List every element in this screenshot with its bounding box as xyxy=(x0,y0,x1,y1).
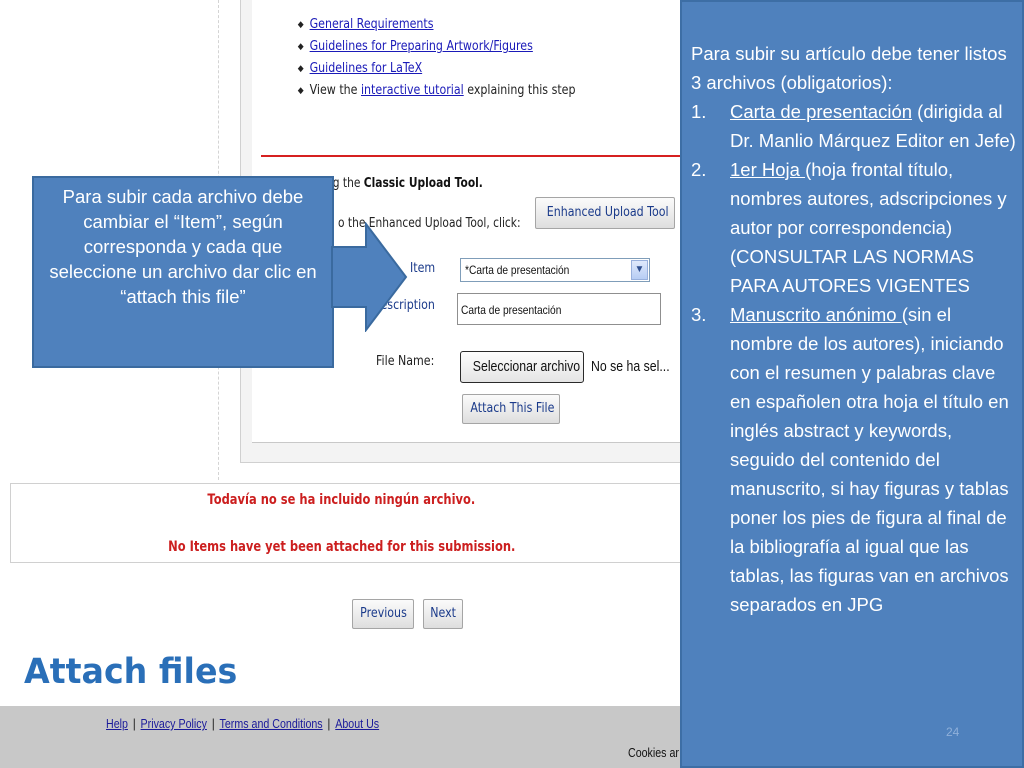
about-us-link[interactable]: About Us xyxy=(335,716,379,731)
previous-label: Previous xyxy=(359,606,407,621)
right-arrow-icon xyxy=(331,222,408,332)
next-label: Next xyxy=(430,606,456,621)
red-divider xyxy=(261,155,685,157)
file-status-text: No se ha sel... xyxy=(591,358,670,375)
guidelines-list: ◆ General Requirements ◆ Guidelines for Pr… xyxy=(296,14,576,102)
no-files-message-en: No Items have yet been attached for this… xyxy=(10,539,673,555)
item-instructions-callout: Para subir cada archivo debe cambiar el … xyxy=(32,176,334,368)
page-title: Attach files xyxy=(24,652,238,692)
enhanced-upload-tool-button[interactable]: Enhanced Upload Tool xyxy=(535,197,675,229)
next-button[interactable]: Next xyxy=(423,599,463,629)
footer-separator: | xyxy=(327,716,331,731)
previous-button[interactable]: Previous xyxy=(352,599,414,629)
attach-this-file-label: Attach This File xyxy=(470,401,555,416)
requirement-title: 1er Hoja xyxy=(730,159,806,180)
classic-tool-name: Classic Upload Tool. xyxy=(363,176,483,191)
slide-number: 24 xyxy=(946,725,960,739)
footer-separator: | xyxy=(211,716,215,731)
requirement-item: 3. Manuscrito anónimo (sin el nombre de l… xyxy=(691,300,1016,619)
bullet-icon: ◆ xyxy=(297,42,304,52)
general-requirements-link[interactable]: General Requirements xyxy=(310,17,434,32)
no-files-text-en: No Items have yet been attached for this… xyxy=(167,539,516,555)
requirement-number: 2. xyxy=(691,159,707,180)
requirement-text: (sin el nombre de los autores), iniciand… xyxy=(730,304,1009,615)
help-link[interactable]: Help xyxy=(106,716,128,731)
artwork-guidelines-link[interactable]: Guidelines for Preparing Artwork/Figures xyxy=(310,39,533,54)
requirement-item: 2. 1er Hoja (hoja frontal título, nombres… xyxy=(691,155,1016,300)
latex-guidelines-link[interactable]: Guidelines for LaTeX xyxy=(310,61,423,76)
bullet-icon: ◆ xyxy=(297,20,304,30)
requirements-list: 1. Carta de presentación (dirigida al Dr.… xyxy=(691,97,1016,619)
no-files-message-es: Todavía no se ha incluido ningún archivo… xyxy=(10,492,673,508)
requirement-title: Manuscrito anónimo xyxy=(730,304,902,325)
privacy-policy-link[interactable]: Privacy Policy xyxy=(141,716,207,731)
requirements-intro: Para subir su artículo debe tener listos… xyxy=(691,43,1007,93)
requirement-number: 1. xyxy=(691,101,707,122)
file-name-label: File Name: xyxy=(376,354,435,369)
item-select-value: *Carta de presentación xyxy=(465,263,570,277)
guideline-item: ◆ General Requirements xyxy=(296,14,575,36)
guideline-item: ◆ Guidelines for Preparing Artwork/Figure… xyxy=(296,36,575,58)
requirements-panel: Para subir su artículo debe tener listos… xyxy=(680,0,1024,768)
item-label: Item xyxy=(410,261,436,276)
description-input-value: Carta de presentación xyxy=(461,303,562,317)
footer-links: Help | Privacy Policy | Terms and Conditions… xyxy=(106,716,379,731)
classic-tool-text: ng the Classic Upload Tool. xyxy=(326,176,483,191)
attach-this-file-button[interactable]: Attach This File xyxy=(462,394,560,424)
select-file-label: Seleccionar archivo xyxy=(472,358,581,375)
tutorial-prefix: View the xyxy=(309,83,361,98)
description-input[interactable]: Carta de presentación xyxy=(457,293,661,325)
select-file-button[interactable]: Seleccionar archivo xyxy=(460,351,584,383)
requirement-title: Carta de presentación xyxy=(730,101,913,122)
no-files-text-es: Todavía no se ha incluido ningún archivo… xyxy=(207,492,476,508)
guideline-item: ◆ Guidelines for LaTeX xyxy=(296,58,575,80)
interactive-tutorial-link[interactable]: interactive tutorial xyxy=(361,83,464,98)
guideline-item: ◆ View the interactive tutorial explainin… xyxy=(296,80,576,102)
cookies-notice: Cookies ar xyxy=(628,745,679,760)
enhanced-upload-tool-label: Enhanced Upload Tool xyxy=(546,205,669,220)
tutorial-suffix: explaining this step xyxy=(463,83,576,98)
requirement-number: 3. xyxy=(691,304,707,325)
requirement-item: 1. Carta de presentación (dirigida al Dr.… xyxy=(691,97,1016,155)
chevron-down-icon[interactable]: ▼ xyxy=(631,260,648,280)
footer-separator: | xyxy=(132,716,136,731)
item-select[interactable]: *Carta de presentación ▼ xyxy=(460,258,650,282)
terms-link[interactable]: Terms and Conditions xyxy=(220,716,323,731)
callout-text: Para subir cada archivo debe cambiar el … xyxy=(49,186,317,307)
bullet-icon: ◆ xyxy=(297,86,304,96)
bullet-icon: ◆ xyxy=(297,64,304,74)
